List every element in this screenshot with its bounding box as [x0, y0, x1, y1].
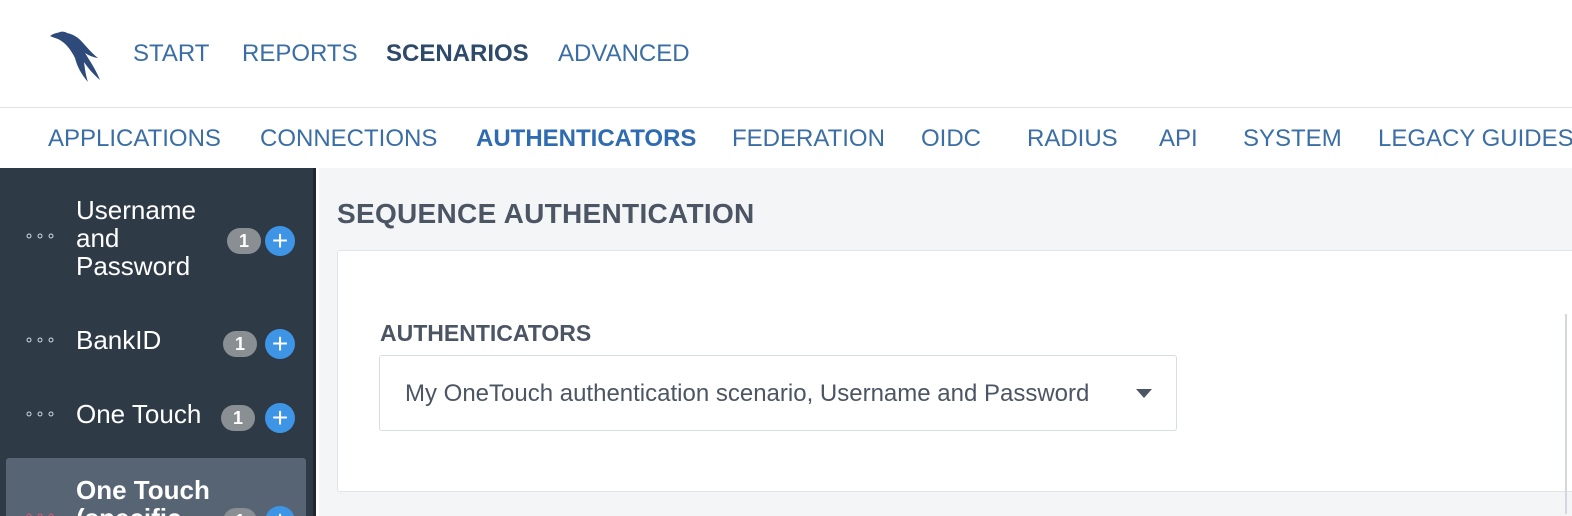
nav-start[interactable]: START	[133, 40, 209, 68]
tab-connections[interactable]: CONNECTIONS	[260, 125, 437, 153]
authenticators-select[interactable]: My OneTouch authentication scenario, Use…	[379, 355, 1177, 431]
sidebar-item-label: Username and Password	[76, 195, 196, 281]
sidebar-item-one-touch-specific[interactable]: ∘∘∘ One Touch (specific 1 +	[6, 458, 306, 516]
page-title: SEQUENCE AUTHENTICATION	[337, 198, 755, 229]
plus-circle-icon[interactable]: +	[265, 329, 295, 359]
tab-oidc[interactable]: OIDC	[921, 125, 981, 153]
tab-federation[interactable]: FEDERATION	[732, 125, 885, 153]
plus-circle-icon[interactable]: +	[265, 506, 295, 516]
top-navigation-bar: START REPORTS SCENARIOS ADVANCED	[0, 0, 1572, 108]
nav-scenarios[interactable]: SCENARIOS	[386, 40, 529, 68]
sidebar-item-bankid[interactable]: ∘∘∘ BankID 1 +	[6, 316, 306, 368]
authenticators-select-value: My OneTouch authentication scenario, Use…	[405, 380, 1090, 407]
sidebar-item-label: One Touch (specific	[76, 475, 210, 516]
count-badge: 1	[223, 508, 257, 516]
tab-radius[interactable]: RADIUS	[1027, 125, 1118, 153]
caret-down-icon[interactable]	[1136, 389, 1152, 398]
nav-reports[interactable]: REPORTS	[242, 40, 358, 68]
sidebar-item-label: BankID	[76, 325, 162, 355]
bird-logo-icon[interactable]	[48, 28, 104, 84]
tab-api[interactable]: API	[1159, 125, 1198, 153]
main-content: SEQUENCE AUTHENTICATION AUTHENTICATORS M…	[319, 168, 1572, 516]
tab-system[interactable]: SYSTEM	[1243, 125, 1342, 153]
tab-applications[interactable]: APPLICATIONS	[48, 125, 221, 153]
tab-authenticators[interactable]: AUTHENTICATORS	[476, 125, 696, 153]
drag-handle-icon[interactable]: ∘∘∘	[24, 404, 57, 424]
sidebar-item-label: One Touch	[76, 399, 202, 429]
drag-handle-icon[interactable]: ∘∘∘	[24, 330, 57, 350]
sidebar-item-username-password[interactable]: ∘∘∘ Username and Password 1 +	[6, 192, 306, 288]
drag-handle-icon[interactable]: ∘∘∘	[24, 226, 57, 246]
count-badge: 1	[221, 405, 255, 431]
authenticators-label: AUTHENTICATORS	[380, 320, 592, 346]
count-badge: 1	[227, 228, 261, 254]
settings-card: AUTHENTICATORS My OneTouch authenticatio…	[337, 250, 1572, 492]
plus-circle-icon[interactable]: +	[265, 403, 295, 433]
nav-advanced[interactable]: ADVANCED	[558, 40, 690, 68]
plus-circle-icon[interactable]: +	[265, 226, 295, 256]
authenticator-sidebar: ∘∘∘ Username and Password 1 + ∘∘∘ BankID…	[0, 168, 316, 516]
sidebar-item-one-touch[interactable]: ∘∘∘ One Touch 1 +	[6, 390, 306, 442]
count-badge: 1	[223, 331, 257, 357]
scrollbar[interactable]	[1565, 314, 1567, 514]
drag-handle-icon[interactable]: ∘∘∘	[24, 506, 57, 516]
tab-legacy-guides[interactable]: LEGACY GUIDES	[1378, 125, 1572, 153]
